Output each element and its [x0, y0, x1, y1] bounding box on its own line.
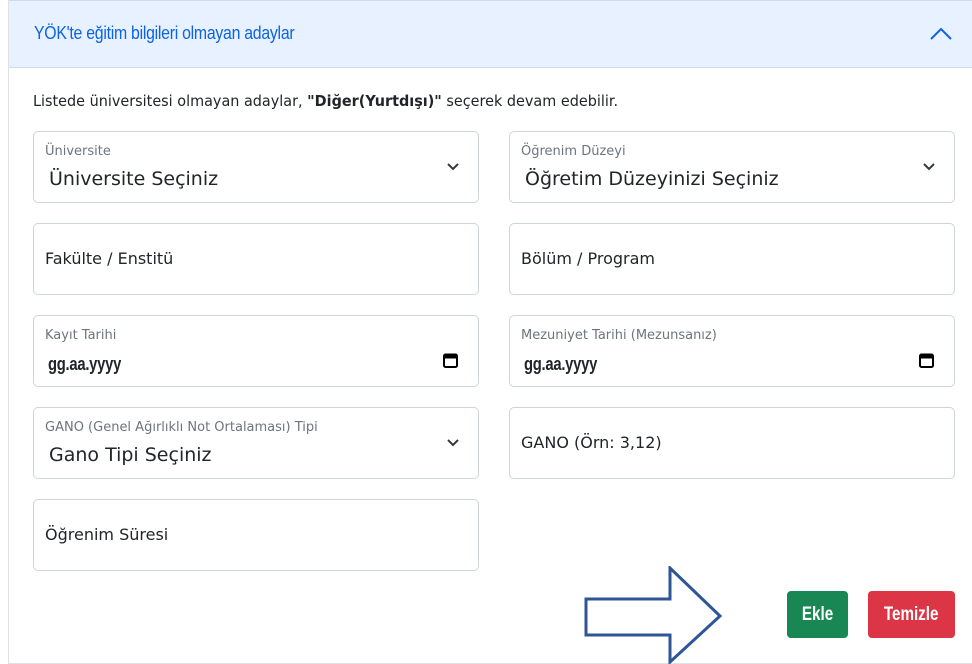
university-select[interactable]: Üniversite Üniversite Seçiniz: [33, 131, 479, 203]
add-button[interactable]: Ekle: [787, 591, 848, 638]
accordion-header[interactable]: YÖK'te eğitim bilgileri olmayan adaylar: [9, 0, 972, 68]
gpa-placeholder: GANO (Örn: 3,12): [521, 433, 662, 452]
enroll-date-value: gg.aa.yyyy: [48, 354, 122, 374]
education-level-label: Öğrenim Düzeyi: [521, 144, 626, 159]
enroll-date-input[interactable]: Kayıt Tarihi gg.aa.yyyy: [33, 315, 479, 387]
calendar-icon[interactable]: [919, 353, 934, 368]
chevron-down-icon: [923, 163, 935, 171]
chevron-down-icon: [447, 439, 459, 447]
department-placeholder: Bölüm / Program: [521, 249, 656, 268]
gpa-input[interactable]: GANO (Örn: 3,12): [509, 407, 955, 479]
clear-button[interactable]: Temizle: [868, 591, 955, 638]
info-text: Listede üniversitesi olmayan adaylar, "D…: [33, 92, 618, 110]
education-level-select[interactable]: Öğrenim Düzeyi Öğretim Düzeyinizi Seçini…: [509, 131, 955, 203]
education-level-value: Öğretim Düzeyinizi Seçiniz: [525, 168, 779, 190]
info-highlight: "Diğer(Yurtdışı)": [307, 92, 442, 110]
right-arrow-icon: [584, 566, 723, 664]
faculty-input[interactable]: Fakülte / Enstitü: [33, 223, 479, 295]
accordion-title: YÖK'te eğitim bilgileri olmayan adaylar: [34, 23, 295, 43]
gpa-type-select[interactable]: GANO (Genel Ağırlıklı Not Ortalaması) Ti…: [33, 407, 479, 479]
gpa-type-label: GANO (Genel Ağırlıklı Not Ortalaması) Ti…: [45, 420, 318, 435]
calendar-icon[interactable]: [443, 353, 458, 368]
enroll-date-label: Kayıt Tarihi: [45, 328, 117, 343]
gpa-type-value: Gano Tipi Seçiniz: [49, 444, 212, 466]
chevron-up-icon[interactable]: [929, 25, 953, 43]
clear-button-label: Temizle: [884, 603, 939, 625]
grad-date-value: gg.aa.yyyy: [524, 354, 598, 374]
info-prefix: Listede üniversitesi olmayan adaylar,: [33, 92, 308, 110]
university-value: Üniversite Seçiniz: [49, 168, 219, 190]
grad-date-input[interactable]: Mezuniyet Tarihi (Mezunsanız) gg.aa.yyyy: [509, 315, 955, 387]
university-label: Üniversite: [45, 144, 111, 159]
chevron-down-icon: [447, 163, 459, 171]
info-suffix: seçerek devam edebilir.: [441, 92, 619, 110]
duration-input[interactable]: Öğrenim Süresi: [33, 499, 479, 571]
faculty-placeholder: Fakülte / Enstitü: [45, 249, 174, 268]
grad-date-label: Mezuniyet Tarihi (Mezunsanız): [521, 328, 717, 343]
department-input[interactable]: Bölüm / Program: [509, 223, 955, 295]
duration-placeholder: Öğrenim Süresi: [45, 525, 169, 544]
add-button-label: Ekle: [801, 603, 834, 625]
